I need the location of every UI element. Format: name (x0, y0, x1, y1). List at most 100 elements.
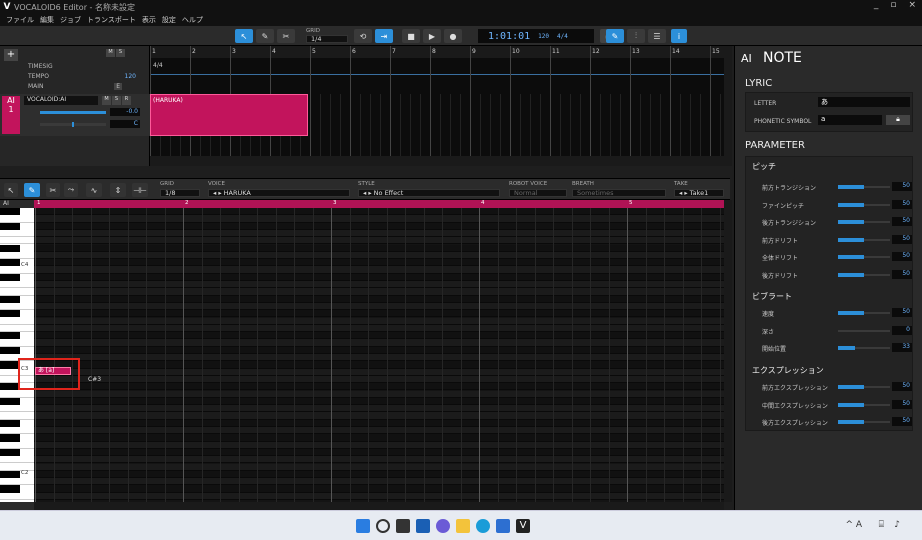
menu-job[interactable]: ジョブ (60, 15, 81, 25)
vibrato-param-value[interactable]: 50 (892, 308, 912, 317)
black-key[interactable] (0, 383, 20, 391)
pan-slider[interactable] (40, 122, 106, 127)
vibrato-param-value[interactable]: 0 (892, 325, 912, 335)
black-key[interactable] (0, 332, 20, 340)
expression-param-value[interactable]: 50 (892, 417, 912, 426)
black-key[interactable] (0, 485, 20, 493)
black-key[interactable] (0, 419, 20, 427)
add-track-icon[interactable]: + (4, 49, 18, 61)
white-key[interactable] (0, 288, 34, 296)
pan-knob[interactable] (72, 122, 74, 127)
editor-vscroll[interactable] (724, 200, 732, 502)
vibrato-param-slider[interactable] (838, 311, 890, 315)
expression-param-slider[interactable] (838, 420, 890, 424)
white-key[interactable] (0, 391, 34, 398)
white-key[interactable] (0, 478, 34, 486)
white-key[interactable] (0, 318, 34, 325)
widgets-icon[interactable] (416, 519, 430, 533)
black-key[interactable] (0, 361, 20, 369)
edge-icon[interactable] (476, 519, 490, 533)
pitch-param-slider[interactable] (838, 220, 890, 224)
vibrato-tool-icon[interactable]: ∿ (86, 183, 102, 197)
note-edit-icon[interactable]: ✎ (606, 29, 624, 43)
pitch-param-slider[interactable] (838, 272, 890, 277)
expression-param-value[interactable]: 50 (892, 399, 912, 409)
black-key[interactable] (0, 222, 20, 230)
scissors-tool-icon[interactable]: ✂ (46, 183, 60, 197)
white-key[interactable] (0, 281, 34, 289)
pitch-param-value[interactable]: 50 (892, 182, 912, 191)
vocaloid-taskbar-icon[interactable]: V (516, 519, 530, 533)
black-key[interactable] (0, 310, 20, 318)
tempo-track-value[interactable]: 120 (125, 73, 136, 80)
menu-view[interactable]: 表示 (142, 15, 156, 25)
pencil-tool-icon[interactable]: ✎ (24, 183, 40, 197)
scissors-tool-icon[interactable]: ✂ (277, 29, 295, 43)
piano-keyboard[interactable]: C4 C3 C2 (0, 208, 34, 502)
editor-ruler[interactable]: 1 2 3 4 5 (34, 200, 724, 208)
mute-button[interactable]: M (102, 96, 111, 105)
editor-grid-select[interactable]: 1/8 (160, 189, 200, 197)
system-tray[interactable]: ^ A (845, 520, 862, 530)
black-key[interactable] (0, 346, 20, 354)
black-key[interactable] (0, 434, 20, 442)
menu-file[interactable]: ファイル (6, 15, 34, 25)
lock-icon[interactable]: 🔒︎ (886, 115, 910, 125)
white-key[interactable] (0, 215, 34, 223)
white-key[interactable] (0, 456, 34, 464)
black-key[interactable] (0, 295, 20, 303)
pitch-param-value[interactable]: 50 (892, 269, 912, 279)
pitch-param-slider[interactable] (838, 202, 890, 207)
phonetic-input[interactable]: a (818, 115, 882, 125)
menu-transport[interactable]: トランスポート (87, 15, 136, 25)
expression-param-slider[interactable] (838, 385, 890, 389)
menu-settings[interactable]: 設定 (162, 15, 176, 25)
letter-input[interactable]: あ (818, 97, 910, 107)
play-button[interactable]: ▶ (423, 29, 441, 43)
white-key[interactable] (0, 464, 34, 471)
solo-all-button[interactable]: S (116, 49, 125, 57)
white-key[interactable] (0, 237, 34, 245)
vibrato-param-value[interactable]: 33 (892, 343, 912, 352)
info-icon[interactable]: i (671, 29, 687, 43)
track-name[interactable]: VOCALOID:AI (24, 96, 98, 105)
white-key[interactable] (0, 266, 34, 274)
rec-button[interactable]: R (122, 96, 131, 105)
white-key[interactable] (0, 230, 34, 238)
black-key[interactable] (0, 259, 20, 267)
black-key[interactable] (0, 470, 20, 479)
pitch-param-value[interactable]: 50 (892, 217, 912, 226)
black-key[interactable] (0, 208, 20, 216)
white-key[interactable] (0, 427, 34, 435)
task-view-icon[interactable] (396, 519, 410, 533)
split-tool-icon[interactable]: ⊣⊢ (132, 183, 148, 197)
stop-button[interactable]: ■ (402, 29, 420, 43)
arrangement-hscroll[interactable] (150, 156, 724, 166)
chat-icon[interactable] (436, 519, 450, 533)
start-icon[interactable] (356, 519, 370, 533)
menu-edit[interactable]: 編集 (40, 15, 54, 25)
pencil-tool-icon[interactable]: ✎ (256, 29, 274, 43)
mixer-icon[interactable]: ⫶ (627, 29, 645, 43)
robot-voice-select[interactable]: Normal (509, 189, 567, 197)
list-icon[interactable]: ☰ (648, 29, 666, 43)
black-key[interactable] (0, 397, 20, 406)
breath-select[interactable]: Sometimes (572, 189, 666, 197)
minimize-button[interactable]: _ (874, 0, 879, 10)
punch-icon[interactable]: ⇥ (375, 29, 393, 43)
track-1[interactable]: AI 1 VOCALOID:AI M S R -0.0 C (0, 94, 150, 136)
white-key[interactable] (0, 339, 34, 347)
white-key[interactable] (0, 303, 34, 311)
white-key[interactable] (0, 412, 34, 420)
record-button[interactable]: ● (444, 29, 462, 43)
style-select[interactable]: ◂ ▸ No Effect (358, 189, 500, 197)
menu-help[interactable]: ヘルプ (182, 15, 203, 25)
expression-param-value[interactable]: 50 (892, 382, 912, 391)
white-key[interactable] (0, 493, 34, 500)
line-tool-icon[interactable]: ⤳ (64, 183, 78, 197)
search-icon[interactable] (376, 519, 390, 533)
vibrato-param-slider[interactable] (838, 329, 890, 332)
white-key[interactable] (0, 405, 34, 413)
mute-all-button[interactable]: M (106, 49, 115, 57)
grid-select[interactable]: 1/4 (306, 35, 348, 43)
